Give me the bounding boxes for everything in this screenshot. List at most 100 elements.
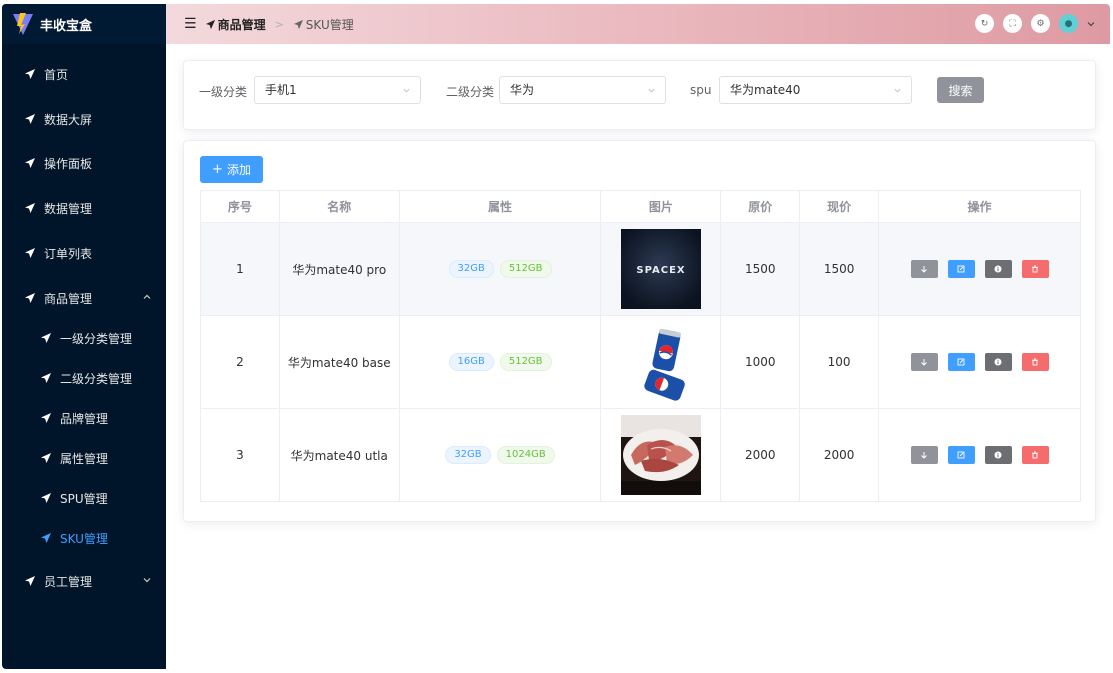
row-attrs: 16GB 512GB	[398, 315, 602, 409]
row-name: 华为mate40 base	[278, 315, 400, 409]
category1-label: 一级分类	[199, 85, 248, 99]
row-index: 3	[200, 408, 280, 502]
row-price: 2000	[720, 408, 801, 502]
category1-select[interactable]: 手机1	[254, 76, 421, 104]
edit-icon	[957, 451, 965, 459]
sidebar-item-product-management[interactable]: 商品管理	[2, 278, 166, 318]
sidebar-item-category2[interactable]: 二级分类管理	[2, 358, 166, 398]
sidebar-item-label: SPU管理	[60, 491, 108, 506]
table-row[interactable]: 1 华为mate40 pro 32GB 512GB SPACEX 1500 15…	[200, 222, 1081, 316]
download-button[interactable]	[910, 446, 938, 464]
spu-value: 华为mate40	[730, 83, 801, 97]
info-icon	[994, 265, 1002, 273]
info-icon	[994, 451, 1002, 459]
send-icon	[40, 492, 52, 504]
send-icon	[24, 292, 36, 304]
sidebar-item-label: 商品管理	[44, 291, 93, 306]
send-icon	[40, 332, 52, 344]
sidebar-item-label: 数据大屏	[44, 112, 93, 127]
send-icon	[40, 532, 52, 544]
sidebar-item-label: 一级分类管理	[60, 331, 133, 346]
table-row[interactable]: 2 华为mate40 base 16GB 512GB 1000 100	[200, 315, 1081, 409]
sidebar-item-brand[interactable]: 品牌管理	[2, 398, 166, 438]
download-button[interactable]	[910, 353, 938, 371]
logo-row[interactable]: 丰收宝盒	[2, 4, 166, 44]
sidebar-item-staff-management[interactable]: 员工管理	[2, 561, 166, 601]
delete-button[interactable]	[1021, 446, 1049, 464]
info-button[interactable]	[984, 260, 1012, 278]
add-button[interactable]: + 添加	[200, 156, 263, 183]
sliced-meat-image[interactable]	[620, 415, 701, 495]
sidebar-item-label: 二级分类管理	[60, 371, 133, 386]
row-name: 华为mate40 utla	[278, 408, 400, 502]
edit-button[interactable]	[947, 353, 975, 371]
avatar[interactable]: ●	[1059, 14, 1078, 33]
edit-button[interactable]	[947, 260, 975, 278]
fullscreen-icon[interactable]: ⛶	[1003, 14, 1022, 33]
table-row[interactable]: 3 华为mate40 utla 32GB 1024GB 2000 2000	[200, 408, 1081, 502]
send-icon	[293, 19, 304, 30]
row-actions	[878, 222, 1081, 316]
refresh-icon[interactable]: ↻	[975, 14, 994, 33]
column-header: 序号	[200, 190, 280, 223]
chevron-down-icon[interactable]	[1086, 19, 1096, 29]
delete-button[interactable]	[1021, 353, 1049, 371]
send-icon	[40, 452, 52, 464]
breadcrumb-label: 商品管理	[217, 17, 266, 32]
sidebar-item-label: 品牌管理	[60, 411, 109, 426]
sidebar-item-orders[interactable]: 订单列表	[2, 233, 166, 273]
column-header: 属性	[398, 190, 602, 223]
sidebar-item-label: 属性管理	[60, 451, 109, 466]
edit-icon	[957, 265, 965, 273]
row-index: 1	[200, 222, 280, 316]
row-image	[600, 408, 722, 502]
info-button[interactable]	[984, 446, 1012, 464]
row-attrs: 32GB 512GB	[398, 222, 602, 316]
settings-icon[interactable]: ⚙	[1031, 14, 1050, 33]
sku-table: 序号 名称 属性 图片 原价 现价 操作 1 华为mate40 pro 32GB…	[200, 190, 1081, 502]
table-header-row: 序号 名称 属性 图片 原价 现价 操作	[200, 190, 1081, 223]
sidebar-item-home[interactable]: 首页	[2, 54, 166, 94]
send-icon	[205, 19, 216, 30]
send-icon	[24, 113, 36, 125]
chevron-down-icon	[142, 575, 152, 585]
sidebar-item-data-management[interactable]: 数据管理	[2, 188, 166, 228]
sidebar-item-sku[interactable]: SKU管理	[2, 518, 166, 558]
filter-card: 一级分类 手机1 二级分类 华为 spu 华为mate40 搜索	[183, 60, 1096, 130]
arrow-down-icon	[921, 452, 927, 459]
send-icon	[24, 575, 36, 587]
row-actions	[878, 315, 1081, 409]
spu-select[interactable]: 华为mate40	[719, 76, 912, 104]
spacex-logo-image[interactable]: SPACEX	[620, 229, 701, 309]
add-button-label: 添加	[226, 163, 251, 177]
sidebar-item-dashboard[interactable]: 操作面板	[2, 143, 166, 183]
column-header: 原价	[720, 190, 801, 223]
send-icon	[24, 157, 36, 169]
vite-logo-icon	[12, 12, 34, 36]
search-button[interactable]: 搜索	[937, 77, 984, 103]
row-current-price: 100	[799, 315, 880, 409]
sidebar-item-spu[interactable]: SPU管理	[2, 478, 166, 518]
row-attrs: 32GB 1024GB	[398, 408, 602, 502]
download-button[interactable]	[910, 260, 938, 278]
sidebar-item-attribute[interactable]: 属性管理	[2, 438, 166, 478]
column-header: 操作	[878, 190, 1081, 223]
category2-select[interactable]: 华为	[499, 76, 666, 104]
send-icon	[24, 202, 36, 214]
attr-tag: 512GB	[499, 353, 552, 371]
row-price: 1500	[720, 222, 801, 316]
info-button[interactable]	[984, 353, 1012, 371]
menu-toggle-icon[interactable]: ☰	[184, 16, 197, 32]
category1-value: 手机1	[265, 83, 297, 97]
attr-tag: 16GB	[448, 353, 494, 371]
attr-tag: 512GB	[499, 260, 552, 278]
breadcrumb-item[interactable]: 商品管理	[205, 16, 266, 33]
row-current-price: 2000	[799, 408, 880, 502]
column-header: 名称	[278, 190, 400, 223]
sidebar-item-category1[interactable]: 一级分类管理	[2, 318, 166, 358]
pepsi-cans-image[interactable]	[620, 322, 701, 402]
delete-button[interactable]	[1021, 260, 1049, 278]
row-price: 1000	[720, 315, 801, 409]
edit-button[interactable]	[947, 446, 975, 464]
sidebar-item-data-screen[interactable]: 数据大屏	[2, 99, 166, 139]
